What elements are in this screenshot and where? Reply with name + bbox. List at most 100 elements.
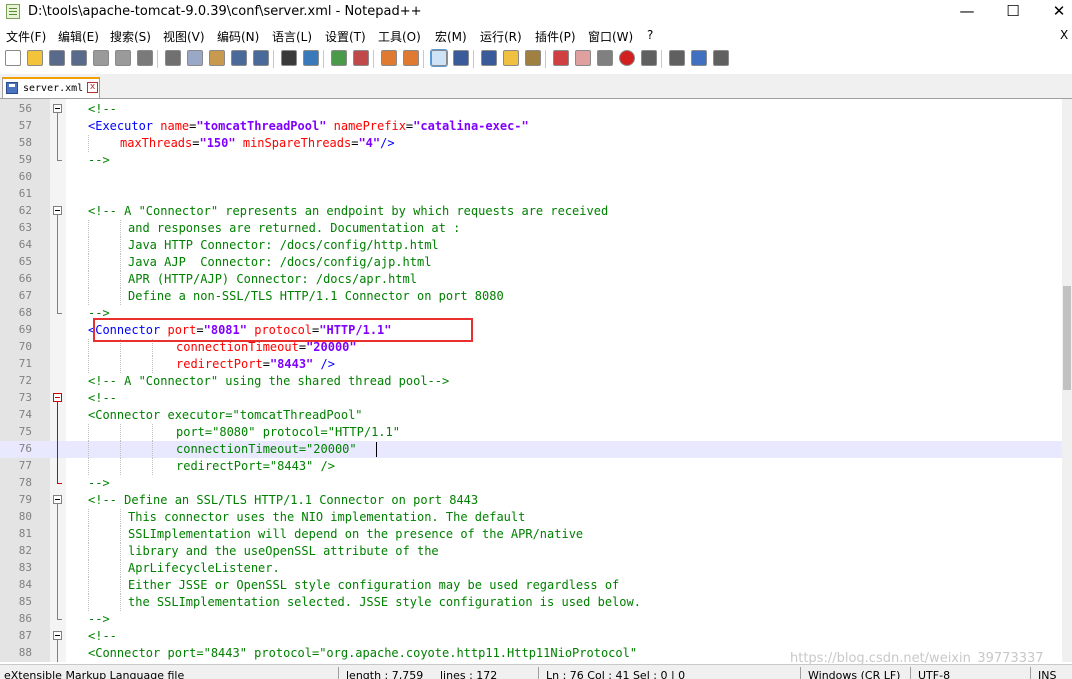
- maximize-button[interactable]: ☐: [990, 0, 1036, 24]
- tab-close-button[interactable]: x: [87, 82, 98, 93]
- code-line[interactable]: 82 library and the useOpenSSL attribute o…: [0, 543, 1062, 560]
- code-editor[interactable]: 56 <!-- 57 <Executor name="tomcatThreadPool…: [0, 99, 1062, 662]
- code-line[interactable]: 79 <!-- Define an SSL/TLS HTTP/1.1 Connec…: [0, 492, 1062, 509]
- code-line[interactable]: 78 -->: [0, 475, 1062, 492]
- code-line[interactable]: 57 <Executor name="tomcatThreadPool" name…: [0, 118, 1062, 135]
- line-number: 58: [18, 136, 32, 149]
- code-line[interactable]: 87 <!--: [0, 628, 1062, 645]
- toolbar-separator: [423, 50, 424, 68]
- menu-help[interactable]: ?: [647, 28, 653, 42]
- menu-file[interactable]: 文件(F): [6, 28, 46, 45]
- code-line[interactable]: 64 Java HTTP Connector: /docs/config/http…: [0, 237, 1062, 254]
- tab-strip: server.xml x: [0, 74, 1072, 99]
- line-number: 70: [18, 340, 32, 353]
- function-list-icon[interactable]: [553, 50, 569, 66]
- code-line[interactable]: 66 APR (HTTP/AJP) Connector: /docs/apr.ht…: [0, 271, 1062, 288]
- open-file-icon[interactable]: [27, 50, 43, 66]
- vertical-scrollbar[interactable]: [1062, 99, 1072, 662]
- fold-collapse-icon[interactable]: [53, 206, 62, 215]
- code-line[interactable]: 60: [0, 169, 1062, 186]
- code-line[interactable]: 76 connectionTimeout="20000": [0, 441, 1062, 458]
- code-line[interactable]: 62 <!-- A "Connector" represents an endpo…: [0, 203, 1062, 220]
- save-all-icon[interactable]: [71, 50, 87, 66]
- code-token: =: [262, 357, 270, 371]
- close-window-button[interactable]: ✕: [1036, 0, 1072, 24]
- close-icon[interactable]: [93, 50, 109, 66]
- line-number: 78: [18, 476, 32, 489]
- menu-macro[interactable]: 宏(M): [435, 28, 467, 45]
- play-macro-icon[interactable]: [669, 50, 685, 66]
- menu-tools[interactable]: 工具(O): [378, 28, 421, 45]
- menu-settings[interactable]: 设置(T): [325, 28, 366, 45]
- menu-search[interactable]: 搜索(S): [110, 28, 151, 45]
- fold-collapse-icon[interactable]: [53, 495, 62, 504]
- code-line[interactable]: 74 <Connector executor="tomcatThreadPool": [0, 407, 1062, 424]
- stop-macro-icon[interactable]: [641, 50, 657, 66]
- code-line[interactable]: 73 <!--: [0, 390, 1062, 407]
- code-line[interactable]: 56 <!--: [0, 101, 1062, 118]
- code-line[interactable]: 61: [0, 186, 1062, 203]
- code-line[interactable]: 75 port="8080" protocol="HTTP/1.1": [0, 424, 1062, 441]
- menu-view[interactable]: 视图(V): [163, 28, 205, 45]
- fold-collapse-icon[interactable]: [53, 104, 62, 113]
- run-macro-multiple-icon[interactable]: [691, 50, 707, 66]
- menu-run[interactable]: 运行(R): [480, 28, 522, 45]
- show-all-chars-icon[interactable]: [453, 50, 469, 66]
- code-line[interactable]: 80 This connector uses the NIO implementa…: [0, 509, 1062, 526]
- fold-end-marker: [57, 483, 62, 484]
- code-line[interactable]: 67 Define a non-SSL/TLS HTTP/1.1 Connecto…: [0, 288, 1062, 305]
- save-macro-icon[interactable]: [713, 50, 729, 66]
- tab-server-xml[interactable]: server.xml x: [2, 77, 100, 98]
- cut-icon[interactable]: [165, 50, 181, 66]
- toolbar-separator: [373, 50, 374, 68]
- paste-icon[interactable]: [209, 50, 225, 66]
- code-line[interactable]: 63 and responses are returned. Documentat…: [0, 220, 1062, 237]
- fold-collapse-icon[interactable]: [53, 631, 62, 640]
- code-token: "20000": [306, 340, 357, 354]
- save-icon[interactable]: [49, 50, 65, 66]
- code-line[interactable]: 85 the SSLImplementation selected. JSSE s…: [0, 594, 1062, 611]
- sync-horizontal-icon[interactable]: [403, 50, 419, 66]
- code-line[interactable]: 65 Java AJP Connector: /docs/config/ajp.h…: [0, 254, 1062, 271]
- monitoring-icon[interactable]: [597, 50, 613, 66]
- code-line[interactable]: 59 -->: [0, 152, 1062, 169]
- record-macro-icon[interactable]: [619, 50, 635, 66]
- code-line[interactable]: 72 <!-- A "Connector" using the shared th…: [0, 373, 1062, 390]
- folder-workspace-icon[interactable]: [575, 50, 591, 66]
- line-number: 72: [18, 374, 32, 387]
- redo-icon[interactable]: [253, 50, 269, 66]
- document-map-icon[interactable]: [525, 50, 541, 66]
- copy-icon[interactable]: [187, 50, 203, 66]
- code-line[interactable]: 71 redirectPort="8443" />: [0, 356, 1062, 373]
- menu-encoding[interactable]: 编码(N): [217, 28, 259, 45]
- replace-icon[interactable]: [303, 50, 319, 66]
- code-text: <!--: [88, 628, 117, 645]
- word-wrap-icon[interactable]: [430, 49, 448, 67]
- close-all-icon[interactable]: [115, 50, 131, 66]
- code-line[interactable]: 83 AprLifecycleListener.: [0, 560, 1062, 577]
- code-line[interactable]: 81 SSLImplementation will depend on the p…: [0, 526, 1062, 543]
- code-token: =: [298, 340, 307, 354]
- find-icon[interactable]: [281, 50, 297, 66]
- fold-collapse-icon[interactable]: [53, 393, 62, 402]
- sync-vertical-icon[interactable]: [381, 50, 397, 66]
- user-language-icon[interactable]: [503, 50, 519, 66]
- menu-edit[interactable]: 编辑(E): [58, 28, 99, 45]
- code-line[interactable]: 58 maxThreads="150" minSpareThreads="4"/>: [0, 135, 1062, 152]
- menu-plugins[interactable]: 插件(P): [535, 28, 576, 45]
- code-line[interactable]: 77 redirectPort="8443" />: [0, 458, 1062, 475]
- new-file-icon[interactable]: [5, 50, 21, 66]
- zoom-out-icon[interactable]: [353, 50, 369, 66]
- undo-icon[interactable]: [231, 50, 247, 66]
- zoom-in-icon[interactable]: [331, 50, 347, 66]
- menu-close-document-button[interactable]: X: [1060, 28, 1068, 42]
- minimize-button[interactable]: —: [944, 0, 990, 24]
- code-line[interactable]: 86 -->: [0, 611, 1062, 628]
- code-line[interactable]: 84 Either JSSE or OpenSSL style configura…: [0, 577, 1062, 594]
- menu-language[interactable]: 语言(L): [272, 28, 312, 45]
- print-icon[interactable]: [137, 50, 153, 66]
- scrollbar-thumb[interactable]: [1063, 286, 1071, 390]
- line-number: 67: [18, 289, 32, 302]
- indent-guide-icon[interactable]: [481, 50, 497, 66]
- menu-window[interactable]: 窗口(W): [588, 28, 633, 45]
